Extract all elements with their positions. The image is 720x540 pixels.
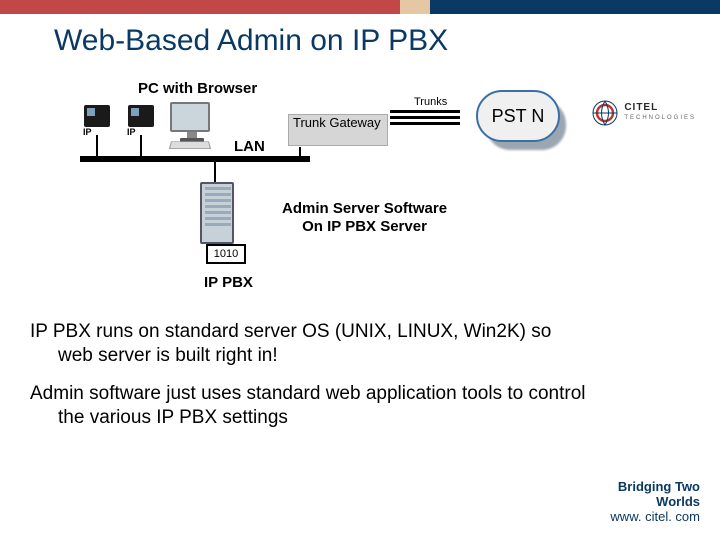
bullet-list: IP PBX runs on standard server OS (UNIX,… bbox=[30, 320, 590, 444]
footer-tagline: Worlds bbox=[610, 494, 700, 509]
cloud-label: PST N bbox=[476, 90, 560, 142]
admin-server-note: Admin Server Software On IP PBX Server bbox=[282, 200, 447, 236]
slide: Web-Based Admin on IP PBX CITEL TECHNOLO… bbox=[0, 0, 720, 540]
logo-name: CITEL bbox=[624, 102, 658, 113]
pc-label: PC with Browser bbox=[138, 80, 257, 97]
keyboard-icon bbox=[169, 141, 211, 149]
globe-icon bbox=[592, 100, 618, 126]
logo-text: CITEL TECHNOLOGIES bbox=[624, 103, 696, 123]
bar-red bbox=[0, 0, 400, 14]
footer: Bridging Two Worlds www. citel. com bbox=[610, 479, 700, 524]
footer-tagline: Bridging Two bbox=[610, 479, 700, 494]
top-bar bbox=[0, 0, 720, 14]
server-icon bbox=[200, 182, 244, 250]
slide-title: Web-Based Admin on IP PBX bbox=[54, 24, 448, 58]
trunk-gateway-box: Trunk Gateway bbox=[288, 114, 388, 146]
brand-logo: CITEL TECHNOLOGIES bbox=[592, 100, 696, 126]
admin-note-line: On IP PBX Server bbox=[302, 218, 427, 235]
ip-tag: IP bbox=[126, 127, 137, 137]
server-code-box: 1010 bbox=[206, 244, 246, 264]
trunk-lines-icon bbox=[390, 110, 460, 128]
logo-sub: TECHNOLOGIES bbox=[624, 113, 696, 123]
bullet-item: Admin software just uses standard web ap… bbox=[30, 382, 590, 430]
trunks-label: Trunks bbox=[414, 96, 447, 108]
lan-bar bbox=[80, 156, 310, 162]
footer-url: www. citel. com bbox=[610, 509, 700, 524]
admin-note-line: Admin Server Software bbox=[282, 200, 447, 217]
bullet-item: IP PBX runs on standard server OS (UNIX,… bbox=[30, 320, 590, 368]
lan-label: LAN bbox=[234, 138, 265, 155]
ip-tag: IP bbox=[82, 127, 93, 137]
ip-phone-icon: IP bbox=[128, 105, 158, 135]
pstn-cloud: PST N bbox=[476, 90, 566, 150]
network-diagram: PC with Browser IP IP LAN Trunk Gateway … bbox=[84, 80, 584, 300]
bar-blue bbox=[430, 0, 720, 14]
trunk-gateway-label: Trunk Gateway bbox=[293, 115, 381, 130]
ip-pbx-label: IP PBX bbox=[204, 274, 253, 291]
bar-tan bbox=[400, 0, 430, 14]
ip-phone-icon: IP bbox=[84, 105, 114, 135]
